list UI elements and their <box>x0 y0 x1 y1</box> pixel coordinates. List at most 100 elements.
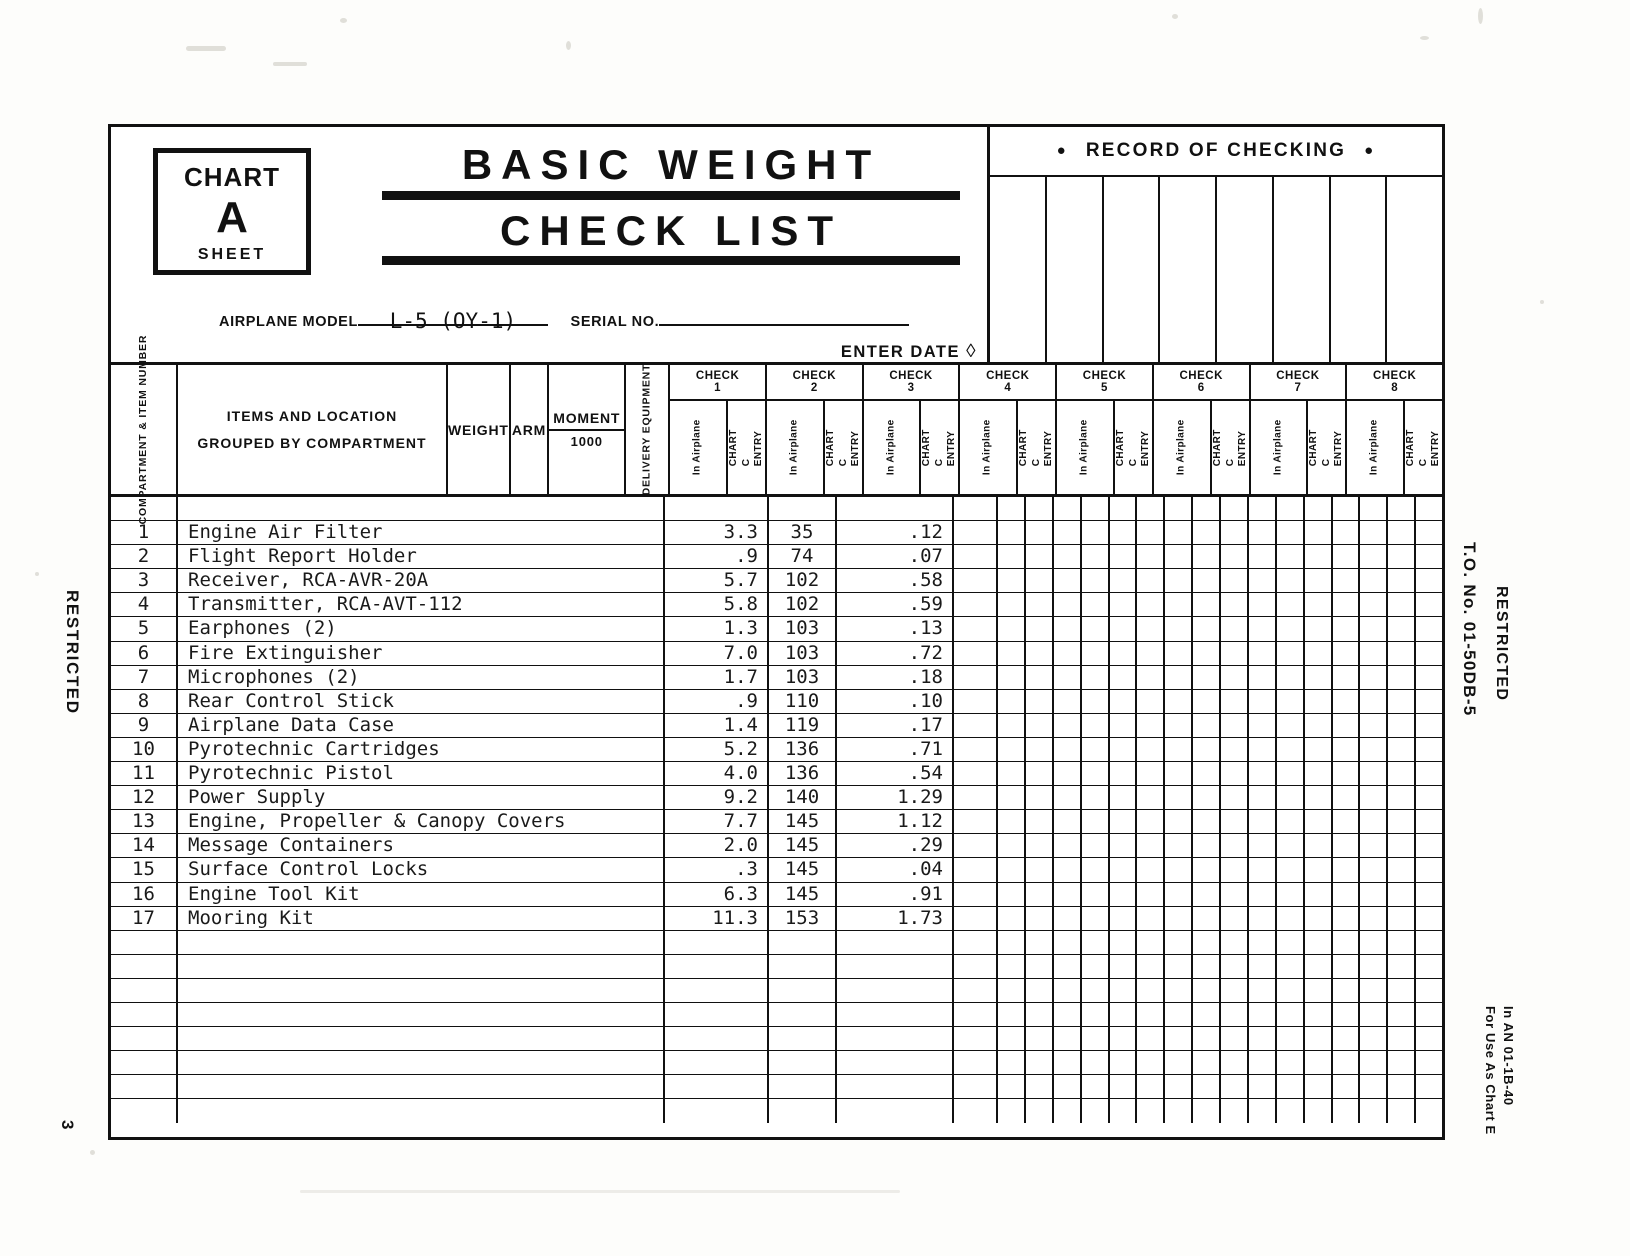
chart-c-entry-cell-1[interactable] <box>1026 786 1052 809</box>
chart-c-entry-cell-8[interactable] <box>1416 545 1442 568</box>
chart-c-entry-cell-8[interactable] <box>1416 883 1442 906</box>
in-airplane-cell-4[interactable] <box>1165 810 1194 834</box>
in-airplane-cell-2[interactable] <box>1054 1051 1082 1075</box>
in-airplane-cell-4[interactable] <box>1165 641 1194 665</box>
chart-c-entry-cell-2[interactable] <box>1082 955 1108 978</box>
cell-delivery-equipment[interactable] <box>954 1002 998 1027</box>
in-airplane-cell-1[interactable] <box>998 497 1026 521</box>
cell-arm[interactable]: 145 <box>769 834 837 858</box>
in-airplane-cell-4[interactable] <box>1165 762 1194 786</box>
cell-item-name[interactable] <box>178 1075 665 1099</box>
cell-weight[interactable] <box>665 497 769 521</box>
cell-moment[interactable]: .17 <box>837 713 954 737</box>
chart-c-entry-cell-6[interactable] <box>1305 593 1331 616</box>
chart-c-entry-cell-6[interactable] <box>1305 714 1331 737</box>
chart-c-entry-cell-7[interactable] <box>1360 593 1386 616</box>
in-airplane-cell-8[interactable] <box>1388 762 1417 786</box>
chart-c-entry-cell-8[interactable] <box>1416 1051 1442 1074</box>
in-airplane-cell-3[interactable] <box>1110 882 1138 906</box>
in-airplane-cell-1[interactable] <box>998 834 1026 858</box>
cell-item-name[interactable]: Surface Control Locks <box>178 858 665 882</box>
chart-c-entry-cell-5[interactable] <box>1249 1027 1275 1050</box>
chart-c-entry-cell-5[interactable] <box>1249 1099 1275 1123</box>
chart-c-entry-cell-4[interactable] <box>1193 642 1219 665</box>
chart-c-entry-cell-4[interactable] <box>1193 1027 1219 1050</box>
chart-c-entry-cell-1[interactable] <box>1026 1003 1052 1026</box>
chart-c-entry-cell-1[interactable] <box>1026 690 1052 713</box>
in-airplane-cell-8[interactable] <box>1388 593 1417 617</box>
cell-item-number[interactable]: 11 <box>111 762 178 786</box>
cell-delivery-equipment[interactable] <box>954 593 998 617</box>
in-airplane-cell-7[interactable] <box>1333 786 1361 810</box>
in-airplane-cell-4[interactable] <box>1165 665 1194 689</box>
cell-item-number[interactable]: 14 <box>111 834 178 858</box>
cell-delivery-equipment[interactable] <box>954 786 998 810</box>
chart-c-entry-cell-7[interactable] <box>1360 1003 1386 1026</box>
cell-delivery-equipment[interactable] <box>954 954 998 978</box>
serial-no-field[interactable] <box>659 307 910 326</box>
chart-c-entry-cell-7[interactable] <box>1360 738 1386 761</box>
chart-c-entry-cell-3[interactable] <box>1137 497 1163 520</box>
cell-item-name[interactable] <box>178 1051 665 1075</box>
cell-item-name[interactable]: Fire Extinguisher <box>178 641 665 665</box>
cell-item-number[interactable]: 10 <box>111 737 178 762</box>
chart-c-entry-cell-6[interactable] <box>1305 738 1331 761</box>
in-airplane-cell-1[interactable] <box>998 906 1026 930</box>
in-airplane-cell-1[interactable] <box>998 1099 1026 1124</box>
chart-c-entry-cell-8[interactable] <box>1416 907 1442 930</box>
chart-c-entry-cell-5[interactable] <box>1249 642 1275 665</box>
in-airplane-cell-3[interactable] <box>1110 858 1138 882</box>
record-of-checking-date-cell-2[interactable] <box>1047 177 1104 362</box>
chart-c-entry-cell-2[interactable] <box>1082 883 1108 906</box>
chart-c-entry-cell-3[interactable] <box>1137 810 1163 833</box>
in-airplane-cell-6[interactable] <box>1277 930 1305 954</box>
chart-c-entry-cell-6[interactable] <box>1305 834 1331 857</box>
chart-c-entry-cell-8[interactable] <box>1416 714 1442 737</box>
in-airplane-cell-5[interactable] <box>1221 930 1249 954</box>
chart-c-entry-cell-3[interactable] <box>1137 907 1163 930</box>
chart-c-entry-cell-4[interactable] <box>1193 666 1219 689</box>
chart-c-entry-cell-3[interactable] <box>1137 1075 1163 1098</box>
chart-c-entry-cell-2[interactable] <box>1082 497 1108 520</box>
in-airplane-cell-1[interactable] <box>998 545 1026 569</box>
chart-c-entry-cell-7[interactable] <box>1360 521 1386 544</box>
cell-item-number[interactable]: 17 <box>111 906 178 930</box>
cell-arm[interactable] <box>769 1027 837 1051</box>
chart-c-entry-cell-3[interactable] <box>1137 1051 1163 1074</box>
chart-c-entry-cell-8[interactable] <box>1416 1075 1442 1098</box>
chart-c-entry-cell-1[interactable] <box>1026 497 1052 520</box>
chart-c-entry-cell-3[interactable] <box>1137 666 1163 689</box>
chart-c-entry-cell-4[interactable] <box>1193 714 1219 737</box>
chart-c-entry-cell-6[interactable] <box>1305 931 1331 954</box>
in-airplane-cell-2[interactable] <box>1054 810 1082 834</box>
cell-arm[interactable]: 136 <box>769 762 837 786</box>
in-airplane-cell-2[interactable] <box>1054 545 1082 569</box>
chart-c-entry-cell-4[interactable] <box>1193 690 1219 713</box>
in-airplane-cell-4[interactable] <box>1165 882 1194 906</box>
in-airplane-cell-6[interactable] <box>1277 665 1305 689</box>
chart-c-entry-cell-7[interactable] <box>1360 617 1386 640</box>
in-airplane-cell-3[interactable] <box>1110 1075 1138 1099</box>
chart-c-entry-cell-7[interactable] <box>1360 1099 1386 1123</box>
chart-c-entry-cell-4[interactable] <box>1193 497 1219 520</box>
chart-c-entry-cell-8[interactable] <box>1416 738 1442 761</box>
cell-arm[interactable] <box>769 954 837 978</box>
cell-delivery-equipment[interactable] <box>954 1099 998 1124</box>
cell-item-number[interactable]: 13 <box>111 810 178 834</box>
cell-item-number[interactable]: 3 <box>111 569 178 593</box>
chart-c-entry-cell-7[interactable] <box>1360 497 1386 520</box>
in-airplane-cell-4[interactable] <box>1165 978 1194 1002</box>
chart-c-entry-cell-5[interactable] <box>1249 714 1275 737</box>
chart-c-entry-cell-5[interactable] <box>1249 569 1275 592</box>
in-airplane-cell-4[interactable] <box>1165 858 1194 882</box>
cell-item-name[interactable]: Rear Control Stick <box>178 689 665 713</box>
chart-c-entry-cell-2[interactable] <box>1082 521 1108 544</box>
chart-c-entry-cell-1[interactable] <box>1026 666 1052 689</box>
in-airplane-cell-2[interactable] <box>1054 906 1082 930</box>
in-airplane-cell-2[interactable] <box>1054 954 1082 978</box>
chart-c-entry-cell-5[interactable] <box>1249 617 1275 640</box>
in-airplane-cell-5[interactable] <box>1221 737 1249 762</box>
chart-c-entry-cell-4[interactable] <box>1193 617 1219 640</box>
chart-c-entry-cell-2[interactable] <box>1082 1003 1108 1026</box>
chart-c-entry-cell-7[interactable] <box>1360 979 1386 1002</box>
